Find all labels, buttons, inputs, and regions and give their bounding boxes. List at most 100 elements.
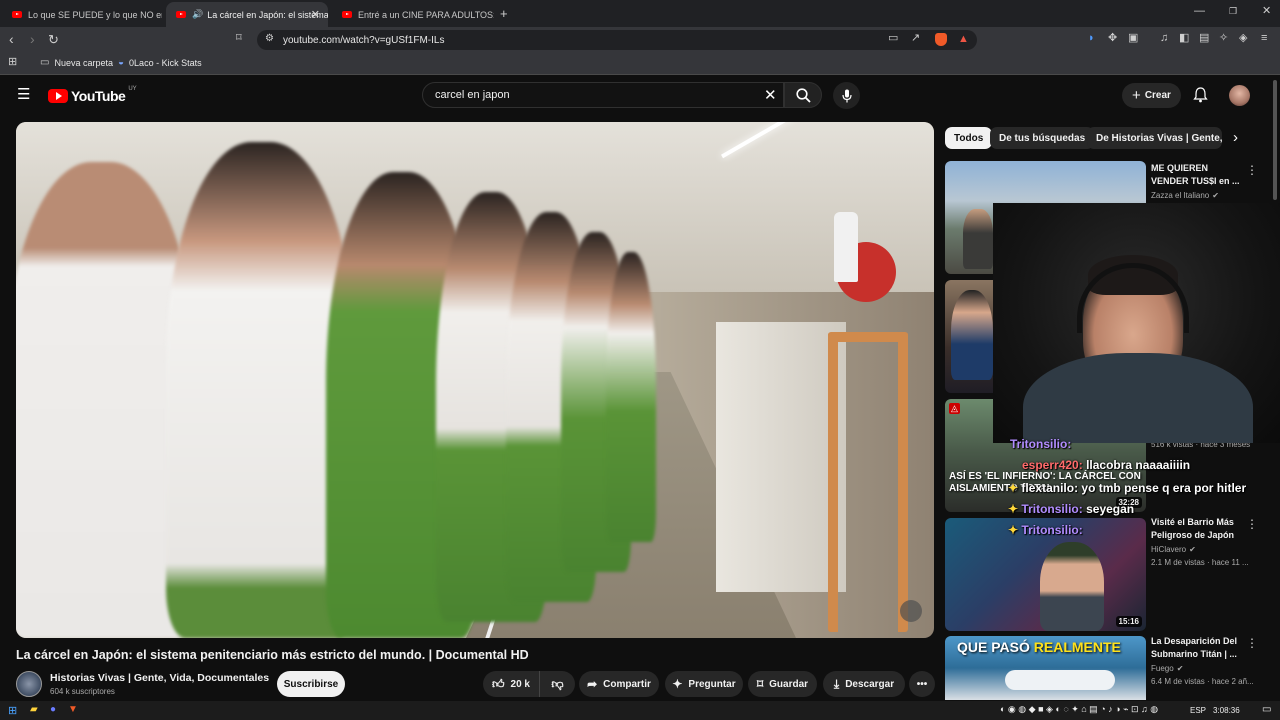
channel-watermark-icon — [900, 600, 922, 622]
rec-channel-1[interactable]: Zazza el Italiano ✔ — [1151, 191, 1219, 200]
share-icon[interactable]: ↗ — [911, 33, 920, 44]
chips-next-icon[interactable]: › — [1233, 129, 1238, 146]
chip-from-searches[interactable]: De tus búsquedas — [990, 127, 1095, 149]
bookmark-link[interactable]: ◒ 0Laco - Kick Stats — [118, 57, 202, 69]
minimize-icon[interactable]: — — [1194, 6, 1205, 17]
restore-icon[interactable]: ❐ — [1229, 7, 1237, 16]
chip-from-channel[interactable]: De Historias Vivas | Gente, Vi — [1087, 127, 1222, 149]
vpn-icon[interactable]: ◈ — [1239, 33, 1247, 44]
download-icon: ⤓ — [833, 676, 840, 691]
input-language[interactable]: ESP — [1190, 706, 1206, 715]
like-count: 20 k — [510, 678, 530, 690]
rec-channel-4[interactable]: Fuego ✔ — [1151, 664, 1183, 673]
file-explorer-icon[interactable]: ▰ — [30, 704, 38, 715]
menu-icon[interactable]: ≡ — [1261, 33, 1267, 44]
rec-meta-4: 6.4 M de vistas · hace 2 añ... — [1151, 677, 1254, 686]
ask-button[interactable]: ✦ Preguntar — [665, 671, 743, 697]
hamburger-menu-icon[interactable]: ☰ — [17, 87, 30, 102]
rec-menu-icon[interactable]: ⋮ — [1246, 636, 1258, 650]
rec-title-3[interactable]: Visité el Barrio Más Peligroso de Japón — [1151, 516, 1243, 542]
channel-name[interactable]: Historias Vivas | Gente, Vida, Documenta… — [50, 672, 269, 684]
verified-icon: ✔ — [1189, 545, 1196, 554]
brave-taskbar-icon[interactable]: ▼ — [68, 704, 78, 715]
sparkle-icon: ✦ — [672, 677, 683, 691]
apps-grid-icon[interactable]: ⊞ — [8, 57, 17, 68]
bookmark-folder[interactable]: ▭ Nueva carpeta — [40, 57, 113, 69]
bookmark-icon[interactable]: ⌑ — [236, 33, 242, 44]
video-wooden-frame — [828, 332, 908, 632]
chat-message-1: esperr420: llacobra naaaaiiiin — [1022, 458, 1191, 472]
create-label: Crear — [1144, 90, 1171, 101]
dislike-button[interactable]: 👎︎ — [539, 671, 575, 697]
chat-message-2: ✦ flextanilo: yo tmb pense q era por hit… — [1008, 481, 1247, 495]
save-button[interactable]: ⌑ Guardar — [748, 671, 817, 697]
os-taskbar: ⊞ ▰ ● ▼ ◐ ◉ ◍ ◆ ■ ◈ ◐ ◌ ✦ ⌂ ▤ ◔ ♪ ◑ ⌁ ⊡ … — [0, 701, 1280, 720]
channel-avatar[interactable] — [16, 671, 42, 697]
brave-shield-icon[interactable] — [935, 33, 947, 46]
address-bar[interactable]: ⚙ youtube.com/watch?v=gUSf1FM-ILs ▭ ↗ ▲ — [257, 30, 977, 50]
user-avatar[interactable] — [1229, 85, 1250, 106]
youtube-logo[interactable]: YouTube UY — [48, 86, 137, 104]
download-button[interactable]: ⤓ Descargar — [823, 671, 905, 697]
close-tab-icon[interactable]: ✕ — [311, 8, 320, 21]
sidebar-icon[interactable]: ◧ — [1179, 33, 1189, 44]
rec-title-1[interactable]: ME QUIEREN VENDER TUS$I en ... — [1151, 162, 1243, 188]
wallet-icon[interactable]: ◗ — [1088, 33, 1095, 44]
reload-icon[interactable]: ↻ — [48, 33, 59, 46]
rec-menu-icon[interactable]: ⋮ — [1246, 163, 1258, 177]
notifications-bell-icon[interactable] — [1193, 87, 1208, 103]
search-icon — [795, 87, 811, 103]
share-button[interactable]: ➦ Compartir — [579, 671, 659, 697]
kick-stats-icon: ◒ — [118, 57, 125, 68]
tab-3[interactable]: Entré a un CINE PARA ADULTOS: ¿Có — [332, 2, 494, 27]
tab-2-active[interactable]: 🔊 La cárcel en Japón: el sistema ✕ — [166, 2, 328, 27]
search-button[interactable] — [784, 82, 822, 108]
chip-all[interactable]: Todos — [945, 127, 993, 149]
windows-start-icon[interactable]: ⊞ — [8, 704, 17, 717]
voice-search-button[interactable] — [833, 82, 860, 109]
more-actions-button[interactable]: ••• — [909, 671, 935, 697]
search-query: carcel en japon — [435, 89, 510, 101]
verified-icon: ✔ — [1176, 664, 1184, 673]
close-window-icon[interactable]: ✕ — [1262, 6, 1271, 17]
video-player[interactable] — [16, 122, 934, 638]
create-button[interactable]: + Crear — [1122, 83, 1181, 108]
back-icon[interactable]: ‹ — [9, 32, 14, 46]
browser-toolbar: ‹ › ↻ ⌑ ⚙ youtube.com/watch?v=gUSf1FM-IL… — [0, 27, 1280, 53]
new-tab-icon[interactable]: + — [500, 7, 508, 20]
clock[interactable]: 3:08:36 — [1213, 706, 1240, 715]
mix-badge-icon: ◬ — [949, 403, 960, 414]
extensions-icon[interactable]: ✥ — [1108, 33, 1117, 44]
rec-title-4[interactable]: La Desaparición Del Submarino Titán | ..… — [1151, 635, 1243, 661]
rec-menu-icon[interactable]: ⋮ — [1246, 517, 1258, 531]
tray-icons[interactable]: ◐ ◉ ◍ ◆ ■ ◈ ◐ ◌ ✦ ⌂ ▤ ◔ ♪ ◑ ⌁ ⊡ ♫ ◍ — [1000, 704, 1158, 715]
youtube-favicon-icon — [176, 11, 186, 18]
cast-icon[interactable]: ▭ — [888, 33, 898, 44]
chat-badge-icon: ✦ — [1008, 481, 1019, 495]
notification-center-icon[interactable]: ▭ — [1262, 704, 1271, 715]
tab-label: Entré a un CINE PARA ADULTOS: ¿Có — [358, 9, 494, 20]
discord-icon[interactable]: ● — [50, 704, 56, 715]
leo-ai-icon[interactable]: ✧ — [1219, 33, 1228, 44]
media-icon[interactable]: ♫ — [1160, 33, 1168, 44]
folder-icon: ▭ — [40, 57, 50, 68]
tab-1[interactable]: Lo que SE PUEDE y lo que NO en — [2, 2, 162, 27]
rec-channel-3[interactable]: HiClavero ✔ — [1151, 545, 1196, 554]
forward-icon[interactable]: › — [30, 32, 35, 46]
site-info-icon[interactable]: ⚙ — [265, 34, 274, 44]
save-label: Guardar — [769, 678, 809, 690]
browser-tab-bar: Lo que SE PUEDE y lo que NO en 🔊 La cárc… — [0, 0, 1280, 27]
subscribe-button[interactable]: Suscribirse — [277, 671, 345, 697]
search-input[interactable]: carcel en japon ✕ — [422, 82, 784, 108]
screenshot-icon[interactable]: ▣ — [1128, 33, 1138, 44]
rec-meta-3: 2.1 M de vistas · hace 11 ... — [1151, 558, 1249, 567]
clear-search-icon[interactable]: ✕ — [764, 86, 777, 104]
chat-message-3: ✦ Tritonsilio: seyegan — [1008, 502, 1135, 516]
rewards-icon[interactable]: ▲ — [958, 33, 969, 45]
rec-thumbnail-4[interactable]: QUE PASÓ REALMENTE — [945, 636, 1146, 700]
chat-badge-icon: ✦ — [1008, 502, 1019, 516]
page-scrollbar[interactable] — [1273, 80, 1277, 200]
url-text: youtube.com/watch?v=gUSf1FM-ILs — [283, 34, 445, 46]
wallet2-icon[interactable]: ▤ — [1199, 33, 1209, 44]
like-button[interactable]: 👍︎ 20 k — [483, 671, 539, 697]
